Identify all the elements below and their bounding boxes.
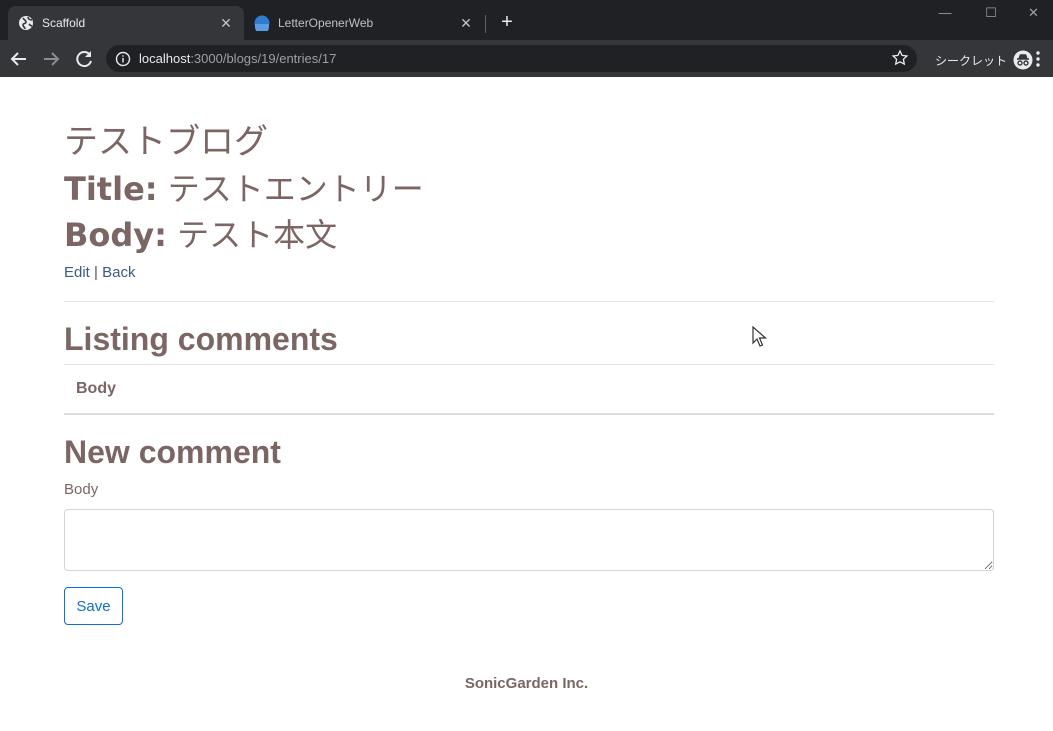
- table-header-border: [64, 413, 994, 415]
- minimize-button[interactable]: —: [922, 0, 968, 28]
- entry-body-value: テスト本文: [177, 216, 338, 254]
- globe-icon: [19, 16, 33, 30]
- tab-scaffold[interactable]: Scaffold ✕: [8, 6, 244, 40]
- comment-body-field[interactable]: [64, 509, 994, 571]
- entry-body: Body: テスト本文: [64, 214, 337, 256]
- reload-icon[interactable]: [71, 46, 97, 72]
- save-button[interactable]: Save: [64, 587, 123, 625]
- close-icon[interactable]: ✕: [454, 15, 478, 32]
- browser-tabstrip: Scaffold ✕ LetterOpenerWeb ✕ + — ☐ ✕: [0, 0, 1053, 40]
- url-path: :3000/blogs/19/entries/17: [190, 51, 337, 66]
- divider: [64, 301, 994, 302]
- url-text: localhost:3000/blogs/19/entries/17: [139, 51, 336, 66]
- entry-title: Title: テストエントリー: [64, 168, 424, 210]
- entry-title-label: Title:: [64, 170, 158, 208]
- entry-body-label: Body:: [64, 216, 167, 254]
- blue-circle-icon: [254, 15, 270, 31]
- link-separator: |: [94, 264, 98, 281]
- star-icon[interactable]: [891, 49, 909, 67]
- footer-text: SonicGarden Inc.: [464, 675, 589, 692]
- tab-letteropenerweb[interactable]: LetterOpenerWeb ✕: [244, 6, 484, 40]
- window-close-button[interactable]: ✕: [1014, 0, 1053, 28]
- new-comment-heading: New comment: [64, 434, 281, 470]
- table-border-top: [64, 364, 994, 365]
- edit-link[interactable]: Edit: [64, 264, 90, 281]
- new-tab-button[interactable]: +: [495, 10, 519, 34]
- tab-title: LetterOpenerWeb: [278, 16, 374, 30]
- tab-title: Scaffold: [42, 16, 86, 30]
- forward-arrow-icon[interactable]: [38, 46, 64, 72]
- comment-body-label: Body: [64, 481, 99, 498]
- mouse-cursor-icon: [752, 326, 768, 347]
- comments-column-body: Body: [76, 380, 116, 397]
- tab-separator: [485, 15, 486, 33]
- more-menu-icon[interactable]: [1030, 49, 1046, 69]
- close-icon[interactable]: ✕: [214, 15, 238, 32]
- info-icon[interactable]: [115, 51, 131, 67]
- address-bar[interactable]: localhost:3000/blogs/19/entries/17: [106, 45, 917, 72]
- browser-toolbar: localhost:3000/blogs/19/entries/17 シークレッ…: [0, 40, 1053, 77]
- comments-heading: Listing comments: [64, 321, 338, 357]
- incognito-indicator[interactable]: シークレット: [935, 50, 1033, 70]
- maximize-button[interactable]: ☐: [968, 0, 1014, 28]
- back-link[interactable]: Back: [102, 264, 135, 281]
- back-arrow-icon[interactable]: [6, 46, 32, 72]
- blog-title: テストブログ: [64, 122, 268, 162]
- incognito-label: シークレット: [935, 53, 1008, 68]
- entry-actions: Edit | Back: [64, 263, 135, 283]
- page-content: テストブログ Title: テストエントリー Body: テスト本文 Edit …: [0, 77, 1053, 731]
- entry-title-value: テストエントリー: [167, 170, 424, 208]
- url-host: localhost: [139, 51, 191, 66]
